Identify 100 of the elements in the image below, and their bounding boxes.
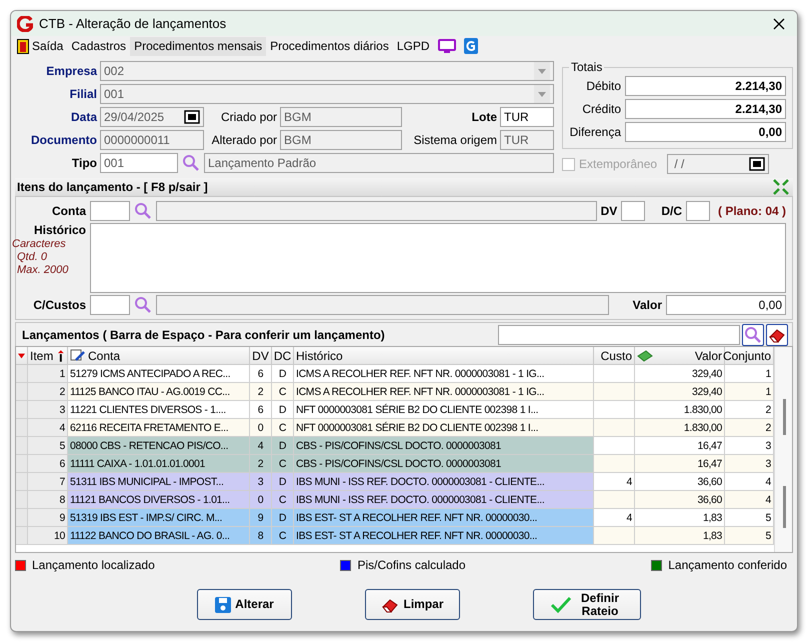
input-field[interactable]: 001 — [100, 153, 178, 174]
table-cell: NFT 0000003081 SÉRIE B2 DO CLIENTE 002398 1 I... — [294, 419, 594, 437]
section-title: Lançamentos ( Barra de Espaço - Para conferir um lançamento) — [22, 328, 386, 342]
table-cell: 11125 BANCO ITAU - AG.0019 CC... — [68, 383, 250, 401]
table-cell: 6 — [250, 401, 272, 419]
table-cell: 329,40 — [635, 365, 725, 383]
exit-door-icon — [17, 38, 29, 54]
table-cell: IBS MUNI - ISS REF. DOCTO. 0000003081 - CLIENTE... — [294, 491, 594, 509]
field-label: Filial — [68, 86, 97, 101]
action-button[interactable]: Limpar — [365, 589, 460, 620]
table-cell: 11221 CLIENTES DIVERSOS - 1.... — [68, 401, 250, 419]
field-label: Débito — [585, 79, 621, 93]
table-cell: ICMS A RECOLHER REF. NFT NR. 0000003081 - 1 IG... — [294, 383, 594, 401]
window-title: CTB - Alteração de lançamentos — [39, 16, 228, 31]
table-cell: IBS EST- ST A RECOLHER REF. NFT NR. 00000030... — [294, 509, 594, 527]
table-cell: 1,83 — [635, 509, 725, 527]
table-cell: CBS - PIS/COFINS/CSL DOCTO. 0000003081 — [294, 455, 594, 473]
field-label: C/Custos — [33, 298, 86, 312]
search-icon[interactable] — [134, 202, 152, 220]
legend-label: Lançamento localizado — [32, 558, 155, 572]
table-cell: 1.830,00 — [635, 401, 725, 419]
column-header[interactable]: Item — [28, 347, 68, 365]
table-cell: 16,47 — [635, 437, 725, 455]
menu-item[interactable]: Procedimentos mensais — [130, 36, 266, 56]
menu-item[interactable]: Saída — [13, 36, 68, 56]
input-field[interactable] — [621, 201, 646, 221]
column-header[interactable]: Valor — [635, 347, 725, 365]
table-cell: 4 — [725, 491, 774, 509]
table-cell: 36,60 — [635, 473, 725, 491]
field-label: Empresa — [45, 64, 97, 78]
clear-button[interactable] — [766, 324, 788, 346]
table-cell — [594, 419, 635, 437]
input-field[interactable]: BGM — [280, 106, 402, 127]
eraser-icon — [768, 326, 786, 342]
history-text-area[interactable] — [90, 223, 786, 293]
input-field[interactable]: TUR — [500, 130, 554, 150]
menu-item[interactable]: Procedimentos diários — [266, 36, 393, 56]
field-label: Lote — [470, 110, 497, 124]
description-field: Lançamento Padrão — [204, 153, 554, 174]
branch-dropdown[interactable]: 001 — [100, 84, 554, 104]
table-cell: D — [272, 437, 294, 455]
table-cell: 4 — [594, 509, 635, 527]
input-field[interactable] — [686, 201, 710, 221]
checkbox-label: Extemporâneo — [579, 157, 658, 171]
field-label: Tipo — [70, 156, 97, 170]
field-label: Documento — [30, 133, 97, 148]
column-header[interactable]: Conjunto — [725, 347, 774, 365]
table-cell: 11122 BANCO DO BRASIL - AG. 0... — [68, 527, 250, 545]
plan-label: ( Plano: 04 ) — [718, 204, 786, 218]
input-field[interactable]: TUR — [500, 106, 554, 127]
column-header[interactable]: DV — [250, 347, 272, 365]
hint-text: Caracteres — [12, 238, 66, 250]
search-icon[interactable] — [182, 154, 200, 172]
table-cell — [594, 401, 635, 419]
column-header[interactable]: Custo — [594, 347, 635, 365]
column-header[interactable]: DC — [272, 347, 294, 365]
table-cell: 329,40 — [635, 383, 725, 401]
input-field[interactable] — [90, 295, 130, 315]
search-icon[interactable] — [134, 296, 152, 314]
action-button[interactable]: Definir Rateio — [533, 589, 641, 620]
column-header[interactable]: Histórico — [294, 347, 594, 365]
table-cell: CBS - PIS/COFINS/CSL DOCTO. 0000003081 — [294, 437, 594, 455]
total-field: 2.214,30 — [625, 99, 786, 119]
table-cell: 36,60 — [635, 491, 725, 509]
table-cell: 51311 IBS MUNICIPAL - IMPOST... — [68, 473, 250, 491]
table-cell: C — [272, 383, 294, 401]
table-cell: 1 — [725, 365, 774, 383]
field-label: Diferença — [569, 125, 621, 139]
calendar-icon[interactable] — [749, 157, 766, 171]
company-dropdown[interactable]: 002 — [100, 60, 554, 81]
app-logo-icon — [17, 16, 33, 32]
table-cell: 4 — [594, 473, 635, 491]
field-label: Sistema origem — [412, 133, 497, 148]
calendar-icon[interactable] — [184, 110, 200, 124]
table-cell: 51319 IBS EST - IMP.S/ CIRC. M... — [68, 509, 250, 527]
table-cell: 7 — [28, 473, 68, 491]
field-label: Histórico — [34, 223, 86, 237]
value-field[interactable]: 0,00 — [666, 295, 786, 315]
input-field[interactable]: BGM — [280, 130, 402, 150]
table-cell: ICMS A RECOLHER REF. NFT NR. 0000003081 - 1 IG... — [294, 365, 594, 383]
menu-item[interactable]: Cadastros — [67, 36, 130, 56]
search-field[interactable] — [498, 324, 740, 344]
total-field: 0,00 — [625, 122, 786, 142]
date-field[interactable]: 29/04/2025 — [100, 106, 204, 127]
action-button[interactable]: Alterar — [197, 589, 292, 620]
total-field: 2.214,30 — [625, 76, 786, 96]
input-field[interactable]: 0000000011 — [100, 130, 204, 150]
menu-item[interactable]: LGPD — [392, 36, 434, 56]
table-cell: 08000 CBS - RETENCAO PIS/CO... — [68, 437, 250, 455]
table-cell: C — [272, 419, 294, 437]
expand-icon[interactable] — [773, 179, 789, 195]
field-label: Conta — [52, 204, 86, 218]
panel-title: Totais — [570, 60, 604, 74]
check-icon — [550, 596, 572, 614]
table-cell — [594, 437, 635, 455]
table-cell: D — [272, 473, 294, 491]
input-field[interactable] — [90, 201, 130, 221]
legend-label: Pis/Cofins calculado — [357, 558, 466, 572]
column-header[interactable]: Conta — [68, 347, 250, 365]
field-label: Criado por — [220, 110, 277, 124]
